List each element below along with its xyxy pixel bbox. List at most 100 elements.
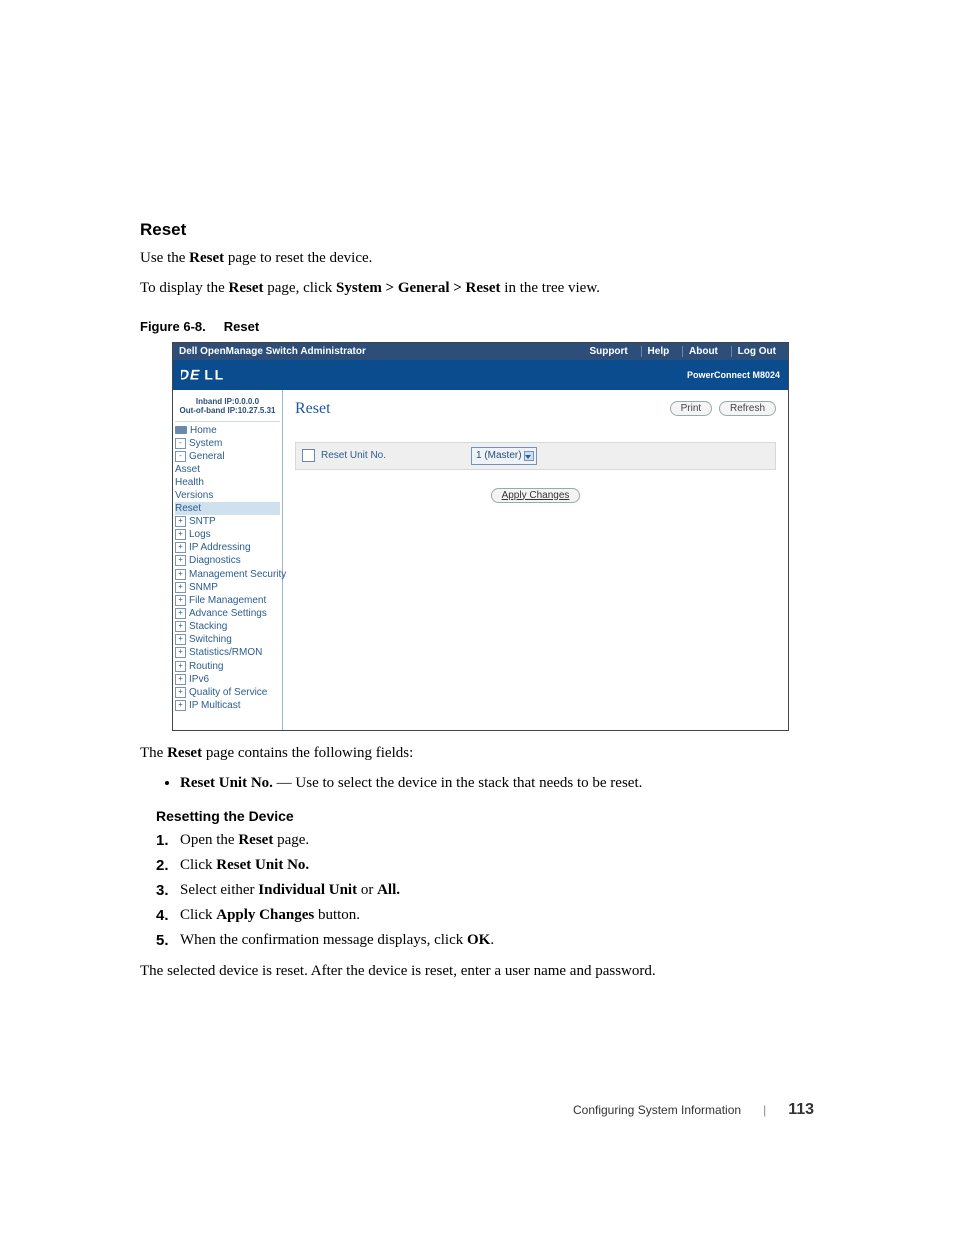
tree-label: Quality of Service: [189, 687, 267, 698]
tree-mgmtsec[interactable]: +Management Security: [175, 568, 280, 581]
tree-label: IPv6: [189, 674, 209, 685]
tree-label: Routing: [189, 661, 223, 672]
tree-routing[interactable]: +Routing: [175, 660, 280, 673]
collapse-icon[interactable]: -: [175, 438, 186, 449]
intro-paragraph-1: Use the Reset page to reset the device.: [140, 248, 814, 268]
link-logout[interactable]: Log Out: [731, 346, 782, 357]
text-bold: Apply Changes: [216, 907, 314, 923]
expand-icon[interactable]: +: [175, 529, 186, 540]
footer-section-title: Configuring System Information: [573, 1103, 741, 1117]
tree-ipaddr[interactable]: +IP Addressing: [175, 541, 280, 554]
tree-diag[interactable]: +Diagnostics: [175, 554, 280, 567]
expand-icon[interactable]: +: [175, 595, 186, 606]
section-heading: Reset: [140, 220, 814, 240]
expand-icon[interactable]: +: [175, 555, 186, 566]
app-titlebar: Dell OpenManage Switch Administrator Sup…: [173, 343, 788, 360]
expand-icon[interactable]: +: [175, 661, 186, 672]
link-about[interactable]: About: [682, 346, 724, 357]
app-title: Dell OpenManage Switch Administrator: [179, 346, 366, 357]
step-item: Click Apply Changes button.: [156, 905, 814, 926]
tree-label: Advance Settings: [189, 608, 267, 619]
expand-icon[interactable]: +: [175, 687, 186, 698]
text: page.: [273, 832, 309, 848]
text: To display the: [140, 280, 229, 296]
intro-paragraph-2: To display the Reset page, click System …: [140, 278, 814, 298]
reset-unit-select[interactable]: 1 (Master): [471, 447, 537, 465]
tree-versions[interactable]: Versions: [175, 489, 280, 502]
tree-home[interactable]: Home: [175, 424, 280, 437]
expand-icon[interactable]: +: [175, 542, 186, 553]
tree-ipmc[interactable]: +IP Multicast: [175, 699, 280, 712]
text-bold: System > General > Reset: [336, 280, 501, 296]
tree-advance[interactable]: +Advance Settings: [175, 607, 280, 620]
reset-unit-checkbox[interactable]: [302, 449, 315, 462]
text: .: [490, 932, 494, 948]
expand-icon[interactable]: +: [175, 700, 186, 711]
tree-asset[interactable]: Asset: [175, 463, 280, 476]
text: in the tree view.: [501, 280, 600, 296]
tree-label: Home: [190, 425, 217, 436]
bullet-item: Reset Unit No. — Use to select the devic…: [180, 773, 814, 794]
tree-logs[interactable]: +Logs: [175, 528, 280, 541]
tree-label: SNMP: [189, 582, 218, 593]
tree-sntp[interactable]: +SNTP: [175, 515, 280, 528]
tree-label: Reset: [175, 503, 201, 514]
text-bold: OK: [467, 932, 490, 948]
tree-ipv6[interactable]: +IPv6: [175, 673, 280, 686]
apply-changes-button[interactable]: Apply Changes: [491, 488, 581, 503]
tree-label: Diagnostics: [189, 556, 241, 567]
text: Select either: [180, 882, 258, 898]
link-help[interactable]: Help: [641, 346, 676, 357]
expand-icon[interactable]: +: [175, 569, 186, 580]
step-item: Select either Individual Unit or All.: [156, 880, 814, 901]
tree-label: SNTP: [189, 516, 216, 527]
after-figure-text: The Reset page contains the following fi…: [140, 743, 814, 763]
svg-text:L: L: [215, 366, 224, 382]
dell-logo-icon: D E L L: [181, 365, 237, 385]
logo-bar: D E L L PowerConnect M8024: [173, 360, 788, 390]
expand-icon[interactable]: +: [175, 634, 186, 645]
text-bold: Reset: [189, 250, 224, 266]
tree-stacking[interactable]: +Stacking: [175, 620, 280, 633]
print-button[interactable]: Print: [670, 401, 713, 416]
tree-label: IP Multicast: [189, 700, 241, 711]
tree-general[interactable]: -General: [175, 450, 280, 463]
step-extra-text: The selected device is reset. After the …: [140, 961, 814, 981]
figure-title: Reset: [224, 319, 259, 334]
expand-icon[interactable]: +: [175, 608, 186, 619]
link-support[interactable]: Support: [583, 346, 633, 357]
nav-tree: Home -System -General Asset Health Versi…: [175, 424, 280, 712]
tree-label: IP Addressing: [189, 542, 251, 553]
expand-icon[interactable]: +: [175, 582, 186, 593]
field-bullets: Reset Unit No. — Use to select the devic…: [140, 773, 814, 794]
text-bold: Reset: [167, 745, 202, 761]
tree-system[interactable]: -System: [175, 437, 280, 450]
expand-icon[interactable]: +: [175, 621, 186, 632]
collapse-icon[interactable]: -: [175, 451, 186, 462]
tree-switching[interactable]: +Switching: [175, 633, 280, 646]
expand-icon[interactable]: +: [175, 516, 186, 527]
tree-qos[interactable]: +Quality of Service: [175, 686, 280, 699]
tree-health[interactable]: Health: [175, 476, 280, 489]
text: page contains the following fields:: [202, 745, 413, 761]
tree-statsrmon[interactable]: +Statistics/RMON: [175, 646, 280, 659]
refresh-button[interactable]: Refresh: [719, 401, 776, 416]
text-bold: Reset: [229, 280, 264, 296]
home-icon: [175, 426, 187, 434]
tree-label: Asset: [175, 464, 200, 475]
expand-icon[interactable]: +: [175, 674, 186, 685]
tree-label: Switching: [189, 634, 232, 645]
step-item: Open the Reset page.: [156, 830, 814, 851]
tree-label: Logs: [189, 529, 211, 540]
text: or: [357, 882, 377, 898]
expand-icon[interactable]: +: [175, 647, 186, 658]
tree-label: System: [189, 438, 222, 449]
tree-label: File Management: [189, 595, 266, 606]
step-item: Click Reset Unit No.: [156, 855, 814, 876]
tree-snmp[interactable]: +SNMP: [175, 581, 280, 594]
step-item: When the confirmation message displays, …: [156, 930, 814, 951]
tree-reset[interactable]: Reset: [175, 502, 280, 515]
tree-filemgmt[interactable]: +File Management: [175, 594, 280, 607]
text: The: [140, 745, 167, 761]
text: button.: [314, 907, 360, 923]
